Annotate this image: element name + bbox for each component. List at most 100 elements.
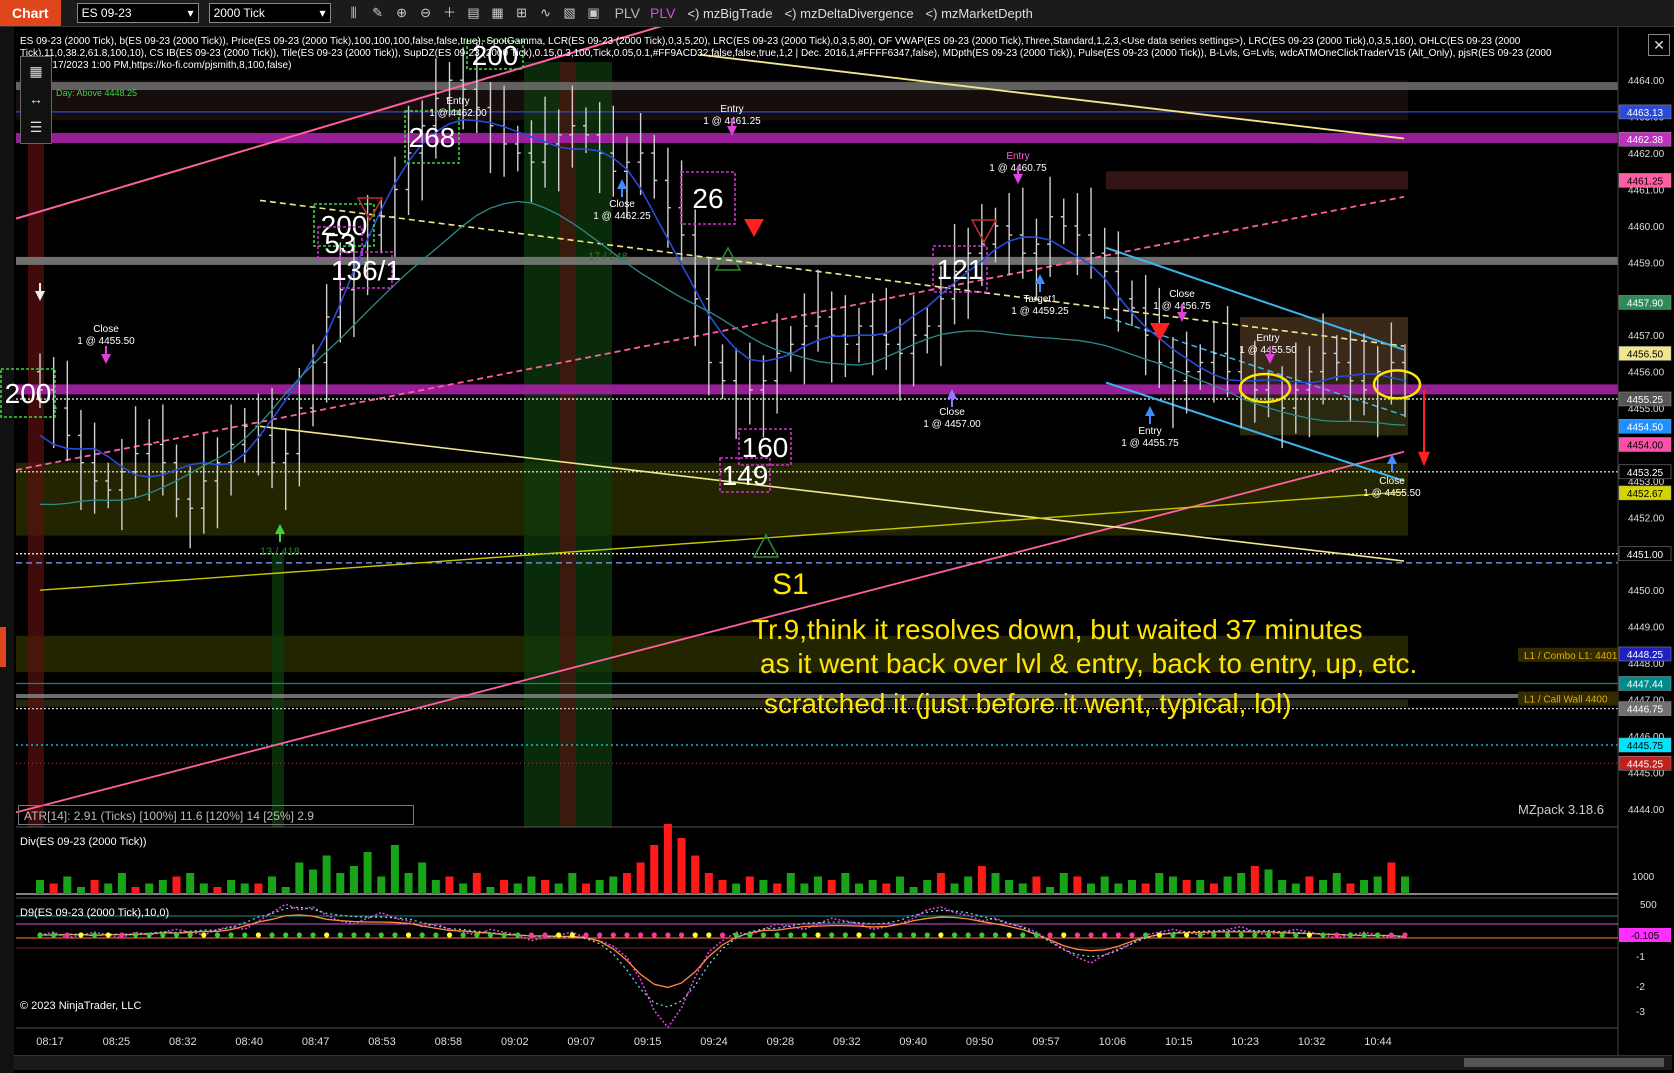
interval-selector[interactable]: 2000 Tick ▾ — [208, 3, 331, 23]
zoom-in-icon[interactable]: ⊕ — [393, 4, 411, 22]
indicator-icon[interactable]: ⊞ — [513, 4, 531, 22]
mzbigtrade-button[interactable]: <) mzBigTrade — [687, 6, 772, 21]
d9-dot — [1197, 932, 1203, 938]
chart-tab[interactable]: Chart — [0, 0, 61, 26]
chart-canvas[interactable]: 20026820053136/120026160149121Close1 @ 4… — [0, 27, 1674, 1073]
div-bar — [882, 883, 891, 894]
x-tick-label: 08:32 — [169, 1036, 197, 1048]
properties-icon[interactable]: ▤ — [465, 4, 483, 22]
div-bar — [1073, 876, 1082, 894]
div-bar — [1182, 880, 1191, 894]
bar-type-icon[interactable]: ⫼ — [345, 4, 363, 22]
plv-button[interactable]: PLV — [615, 5, 640, 21]
d9-dot — [51, 932, 57, 938]
trade-label-type: Close — [939, 407, 965, 418]
div-bar — [609, 876, 618, 894]
div-bar — [1018, 883, 1027, 894]
d9-panel-title: D9(ES 09-23 (2000 Tick),10,0) — [20, 907, 170, 919]
d9-dot — [733, 932, 739, 938]
footprint-box-label: 136/1 — [331, 255, 401, 286]
d9-dot — [255, 932, 261, 938]
div-bar — [254, 883, 263, 894]
templates-icon[interactable]: ▣ — [585, 4, 603, 22]
pencil-icon[interactable]: ✎ — [369, 4, 387, 22]
div-bar — [240, 883, 249, 894]
div-bar — [445, 876, 454, 894]
div-bar — [704, 873, 713, 894]
div-bar — [622, 873, 631, 894]
crosshair-icon[interactable]: ＋ — [441, 4, 459, 22]
menu-icon[interactable]: ☰ — [21, 113, 51, 141]
copyright-text: © 2023 NinjaTrader, LLC — [20, 1000, 142, 1012]
strategy-icon[interactable]: ∿ — [537, 4, 555, 22]
data-box-icon[interactable]: ▦ — [489, 4, 507, 22]
instrument-value: ES 09-23 — [81, 6, 132, 20]
horizontal-scrollbar[interactable] — [14, 1055, 1672, 1070]
div-bar — [309, 869, 317, 894]
x-tick-label: 08:58 — [435, 1036, 463, 1048]
d9-dot — [1211, 932, 1217, 938]
mzmarketdepth-button[interactable]: <) mzMarketDepth — [926, 6, 1033, 21]
div-bar — [377, 876, 386, 894]
indicator-info-text: ES 09-23 (2000 Tick), b(ES 09-23 (2000 T… — [20, 36, 1552, 71]
div-bar — [759, 880, 768, 894]
div-bar — [691, 855, 700, 894]
tool-grid-icon[interactable]: ▦ — [21, 57, 51, 85]
mzdeltadivergence-button[interactable]: <) mzDeltaDivergence — [785, 6, 914, 21]
d9-dot — [706, 932, 712, 938]
scrollbar-thumb[interactable] — [1464, 1058, 1664, 1067]
zoom-out-icon[interactable]: ⊖ — [417, 4, 435, 22]
div-bar — [527, 876, 536, 894]
price-marker-label: 4462.38 — [1627, 135, 1664, 146]
div-bar — [186, 873, 195, 894]
d9-dot — [187, 932, 193, 938]
d9-dot — [1047, 932, 1053, 938]
div-bar — [745, 876, 754, 894]
d9-dot — [365, 932, 371, 938]
div-bar — [1005, 880, 1014, 894]
div-bar — [936, 873, 945, 894]
div-bar — [36, 880, 44, 894]
div-bar — [117, 873, 126, 894]
instrument-selector[interactable]: ES 09-23 ▾ — [76, 3, 199, 23]
div-bar — [1128, 880, 1136, 894]
d9-dot — [938, 932, 944, 938]
price-marker-label: 4453.25 — [1627, 468, 1664, 479]
price-marker-label: 4454.50 — [1627, 422, 1664, 433]
annotation-line-2: as it went back over lvl & entry, back t… — [760, 648, 1418, 679]
div-bar — [841, 873, 850, 894]
d9-dot — [296, 932, 302, 938]
div-bar — [773, 883, 782, 894]
d9-dot — [37, 932, 43, 938]
d9-dot — [1184, 932, 1190, 938]
d9-dot — [474, 932, 480, 938]
close-icon[interactable]: ✕ — [1648, 34, 1670, 56]
d9-dot — [719, 932, 726, 938]
plv-button-active[interactable]: PLV — [650, 5, 675, 21]
d9-dot — [678, 932, 685, 938]
trade-label-price: 1 @ 4462.25 — [593, 211, 651, 222]
div-bar — [131, 887, 140, 894]
footprint-box-label: 149 — [722, 460, 769, 491]
d9-dot — [433, 932, 439, 938]
atr-readout: ATR[14]: 2.91 (Ticks) [100%] 11.6 [120%]… — [18, 805, 414, 825]
expand-horizontal-icon[interactable]: ↔ — [21, 85, 51, 113]
x-tick-label: 08:53 — [368, 1036, 396, 1048]
d9-dot — [651, 932, 657, 938]
div-bar — [1360, 880, 1369, 894]
trade-label-type: Entry — [720, 104, 743, 115]
d9-dot — [487, 932, 494, 938]
trade-label-type: Entry — [1006, 151, 1029, 162]
price-marker-label: 4456.50 — [1627, 349, 1664, 360]
d9-dot — [1115, 932, 1121, 938]
annotation-line-3: scratched it (just before it went, typic… — [764, 688, 1292, 719]
y-tick-label: 4450.00 — [1628, 586, 1665, 597]
d9-dot — [201, 932, 207, 938]
div-bar — [1114, 883, 1123, 894]
annotation-line-1: Tr.9,think it resolves down, but waited … — [752, 614, 1363, 645]
version-label: MZpack 3.18.6 — [1518, 802, 1604, 817]
div-bar — [459, 883, 468, 894]
drawing-tools-icon[interactable]: ▧ — [561, 4, 579, 22]
div-bar — [172, 876, 181, 894]
price-marker-label: 4454.00 — [1627, 441, 1664, 452]
